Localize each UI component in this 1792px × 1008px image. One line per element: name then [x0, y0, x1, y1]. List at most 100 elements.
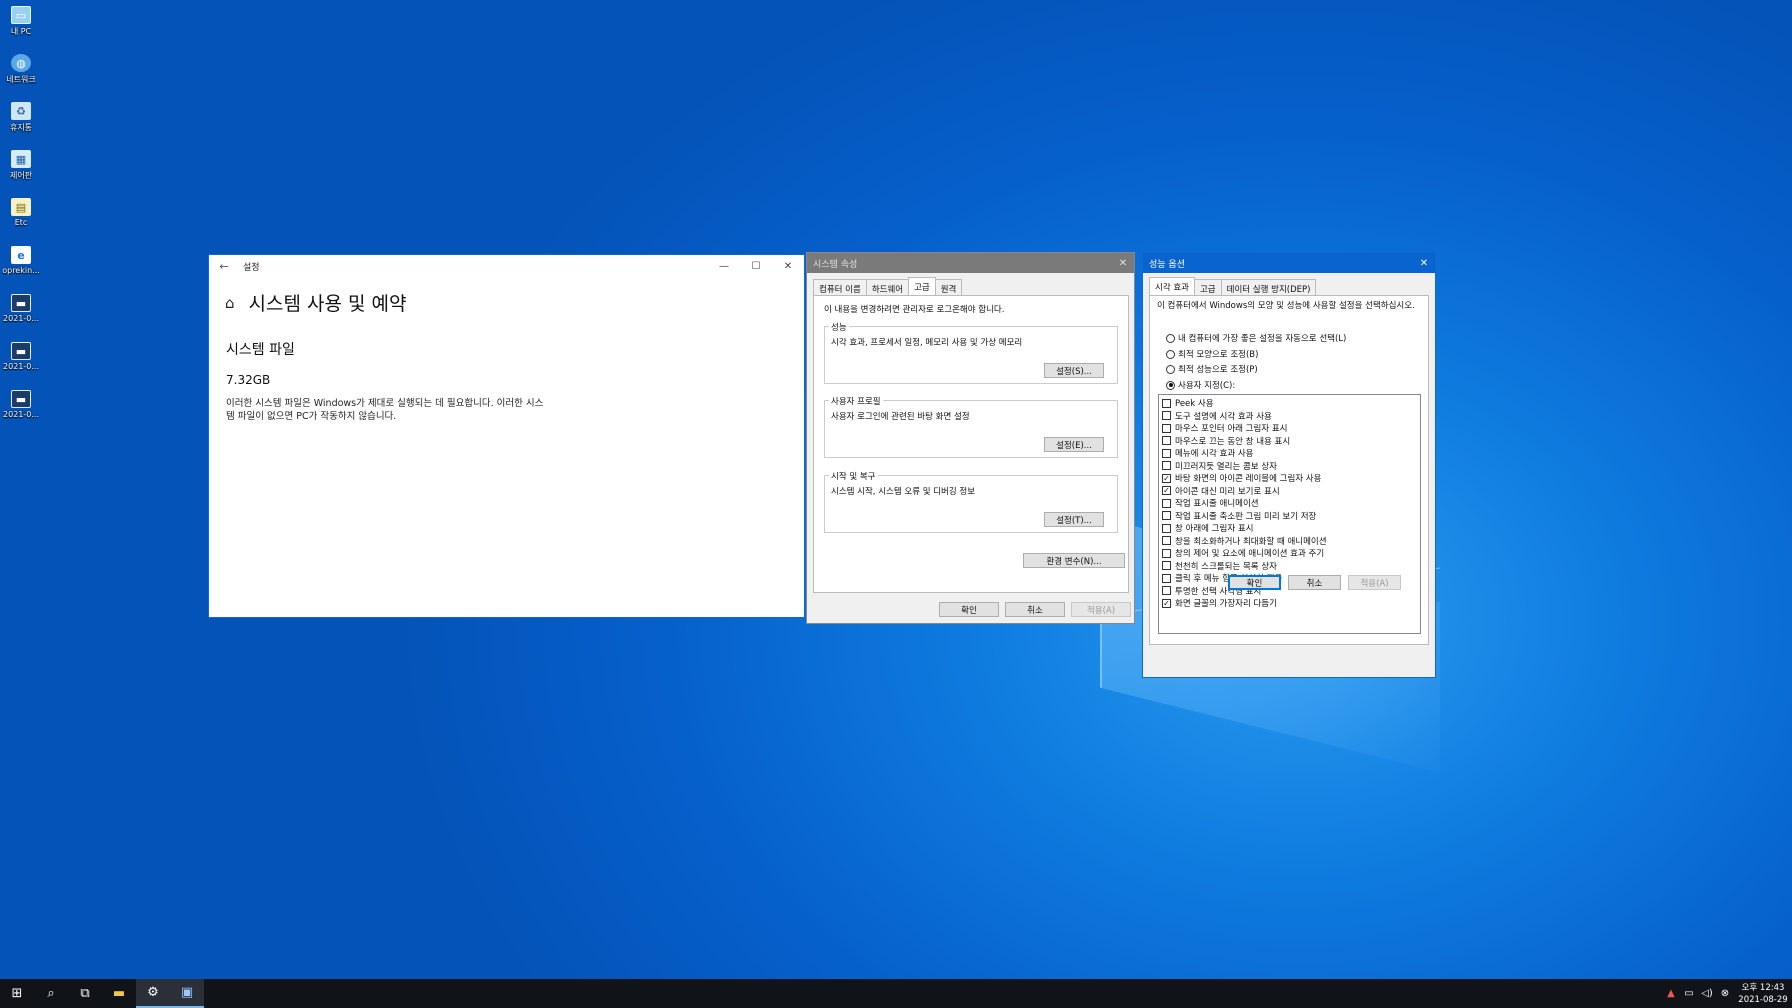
checkbox-label: 작업 표시줄 애니메이션	[1175, 499, 1259, 509]
maximize-icon[interactable]: ☐	[740, 261, 772, 272]
desktop-icon-label: 네트워크	[6, 75, 36, 84]
radio-auto[interactable]: 내 컴퓨터에 가장 좋은 설정을 자동으로 선택(L)	[1166, 332, 1346, 344]
visual-effect-checkbox[interactable]: 작업 표시줄 애니메이션	[1162, 497, 1259, 509]
checkbox-indicator	[1162, 411, 1171, 420]
close-icon[interactable]: ✕	[772, 261, 804, 272]
task-view-icon[interactable]: ⧉	[68, 979, 102, 1008]
visual-effect-checkbox[interactable]: 메뉴에 시각 효과 사용	[1162, 447, 1254, 459]
desktop-icon-file-3[interactable]: ▬ 2021-0...	[0, 384, 42, 432]
intro-text: 이 컴퓨터에서 Windows의 모양 및 성능에 사용할 설정을 선택하십시오…	[1157, 301, 1415, 311]
home-icon[interactable]: ⌂	[225, 294, 235, 312]
checkmark-icon: ✓	[1162, 473, 1171, 483]
checkbox-indicator	[1162, 523, 1171, 533]
checkbox-indicator	[1162, 436, 1171, 445]
desktop-icon-label: 2021-0...	[3, 314, 39, 323]
visual-effect-checkbox[interactable]: 도구 설명에 시각 효과 사용	[1162, 410, 1272, 422]
checkbox-indicator	[1162, 586, 1171, 595]
visual-effect-checkbox[interactable]: 창 아래에 그림자 표시	[1162, 522, 1254, 534]
apply-button[interactable]: 적용(A)	[1071, 602, 1131, 617]
visual-effect-checkbox[interactable]: 창의 제어 및 요소에 애니메이션 효과 주기	[1162, 547, 1324, 559]
startup-recovery-settings-button[interactable]: 설정(T)...	[1044, 512, 1104, 527]
visual-effect-checkbox[interactable]: ✓ 화면 글꼴의 가장자리 다듬기	[1162, 597, 1277, 609]
close-icon[interactable]: ✕	[1112, 258, 1134, 269]
dialog-titlebar: 시스템 속성 ✕	[807, 253, 1134, 273]
checkmark-icon: ✓	[1162, 598, 1171, 608]
group-label: 사용자 프로필	[829, 395, 883, 407]
group-text: 시스템 시작, 시스템 오류 및 디버깅 정보	[831, 487, 976, 497]
file-explorer-icon[interactable]: ▬	[102, 979, 136, 1008]
visual-effect-checkbox[interactable]: 마우스로 끄는 동안 창 내용 표시	[1162, 435, 1290, 447]
clock-time: 오후 12:43	[1741, 982, 1785, 993]
radio-best-performance[interactable]: 최적 성능으로 조정(P)	[1166, 363, 1258, 375]
desktop-icon-file-1[interactable]: ▬ 2021-0...	[0, 288, 42, 336]
warning-icon[interactable]: ▲	[1662, 988, 1680, 999]
radio-label: 사용자 지정(C):	[1178, 381, 1236, 391]
desktop-icon-recycle-bin[interactable]: ♻ 휴지통	[0, 96, 42, 144]
tab-panel-advanced: 이 내용을 변경하려면 관리자로 로그온해야 합니다. 성능 시각 효과, 프로…	[813, 295, 1129, 593]
desktop-icon-label: 내 PC	[10, 27, 32, 36]
taskbar: ⊞ ⌕ ⧉ ▬ ⚙ ▣ ▲ ▭ ◁) ⊗ 오후 12:43 2021-08-29	[0, 979, 1792, 1008]
network-icon[interactable]: ▭	[1680, 988, 1698, 999]
checkbox-indicator	[1162, 398, 1171, 408]
desktop-icon-label: 2021-0...	[3, 362, 39, 371]
clock[interactable]: 오후 12:43 2021-08-29	[1734, 982, 1792, 1006]
desktop-icon-etc[interactable]: ▤ Etc	[0, 192, 42, 240]
folder-icon: ▤	[11, 198, 31, 216]
checkbox-label: 창의 제어 및 요소에 애니메이션 효과 주기	[1175, 549, 1325, 559]
radio-indicator	[1166, 333, 1175, 343]
system-properties-icon[interactable]: ▣	[170, 979, 204, 1008]
back-arrow-icon[interactable]: ←	[209, 260, 239, 273]
checkbox-indicator	[1162, 511, 1171, 520]
desktop-icon-this-pc[interactable]: ▭ 내 PC	[0, 0, 42, 48]
checkbox-label: 도구 설명에 시각 효과 사용	[1175, 411, 1272, 422]
minimize-icon[interactable]: —	[708, 261, 740, 272]
checkbox-label: 화면 글꼴의 가장자리 다듬기	[1175, 599, 1277, 609]
user-profiles-settings-button[interactable]: 설정(E)...	[1044, 437, 1104, 452]
control-panel-icon: ▦	[11, 150, 31, 168]
visual-effect-checkbox[interactable]: 천천히 스크롤되는 목록 상자	[1162, 560, 1277, 572]
visual-effects-list[interactable]: Peek 사용도구 설명에 시각 효과 사용 마우스 포인터 아래 그림자 표시마…	[1158, 394, 1421, 634]
cancel-button[interactable]: 취소	[1005, 602, 1065, 617]
visual-effect-checkbox[interactable]: ✓ 아이콘 대신 미리 보기로 표시	[1162, 485, 1280, 497]
environment-variables-button[interactable]: 환경 변수(N)...	[1023, 553, 1125, 568]
section-title: 시스템 파일	[226, 342, 295, 358]
visual-effect-checkbox[interactable]: Peek 사용	[1162, 397, 1214, 409]
ok-button[interactable]: 확인	[1228, 575, 1281, 590]
checkbox-indicator	[1162, 423, 1171, 433]
checkbox-label: 아이콘 대신 미리 보기로 표시	[1175, 486, 1280, 497]
apply-button[interactable]: 적용(A)	[1348, 575, 1401, 590]
desktop-icon-file-2[interactable]: ▬ 2021-0...	[0, 336, 42, 384]
performance-settings-button[interactable]: 설정(S)...	[1044, 363, 1104, 378]
checkbox-label: 창 아래에 그림자 표시	[1175, 524, 1254, 534]
visual-effect-checkbox[interactable]: 마우스 포인터 아래 그림자 표시	[1162, 422, 1287, 434]
checkbox-label: 천천히 스크롤되는 목록 상자	[1175, 561, 1277, 572]
performance-options-dialog: 성능 옵션 ✕ 시각 효과 고급 데이터 실행 방지(DEP) 이 컴퓨터에서 …	[1142, 252, 1436, 678]
windows-start-icon[interactable]: ⊞	[0, 979, 34, 1008]
radio-label: 최적 모양으로 조정(B)	[1178, 350, 1259, 360]
ok-button[interactable]: 확인	[939, 602, 999, 617]
search-icon[interactable]: ⌕	[34, 979, 68, 1008]
admin-note: 이 내용을 변경하려면 관리자로 로그온해야 합니다.	[824, 305, 1005, 315]
checkbox-indicator	[1162, 498, 1171, 508]
recycle-bin-icon: ♻	[11, 102, 31, 120]
desktop-icon-shortcut[interactable]: e oprekin...	[0, 240, 42, 288]
settings-titlebar: ← 설정 — ☐ ✕	[209, 255, 804, 277]
visual-effect-checkbox[interactable]: 미끄러지듯 열리는 콤보 상자	[1162, 460, 1277, 472]
close-icon[interactable]: ✕	[1413, 258, 1435, 269]
visual-effect-checkbox[interactable]: 창을 최소화하거나 최대화할 때 애니메이션	[1162, 535, 1327, 547]
desktop-icon-network[interactable]: ◍ 네트워크	[0, 48, 42, 96]
checkbox-indicator	[1162, 561, 1171, 570]
visual-effect-checkbox[interactable]: 작업 표시줄 축소판 그림 미리 보기 저장	[1162, 510, 1316, 522]
cancel-button[interactable]: 취소	[1288, 575, 1341, 590]
checkbox-label: 마우스로 끄는 동안 창 내용 표시	[1175, 436, 1291, 447]
radio-label: 최적 성능으로 조정(P)	[1178, 365, 1258, 375]
visual-effect-checkbox[interactable]: ✓ 바탕 화면의 아이콘 레이블에 그림자 사용	[1162, 472, 1321, 484]
notification-icon[interactable]: ⊗	[1716, 988, 1734, 999]
screenshot-file-icon: ▬	[11, 342, 31, 360]
volume-icon[interactable]: ◁)	[1698, 988, 1716, 999]
settings-gear-icon[interactable]: ⚙	[136, 979, 170, 1008]
radio-custom[interactable]: 사용자 지정(C):	[1166, 379, 1235, 391]
desktop-icon-control-panel[interactable]: ▦ 제어판	[0, 144, 42, 192]
radio-best-appearance[interactable]: 최적 모양으로 조정(B)	[1166, 348, 1258, 360]
startup-recovery-group: 시작 및 복구 시스템 시작, 시스템 오류 및 디버깅 정보 설정(T)...	[824, 470, 1118, 533]
